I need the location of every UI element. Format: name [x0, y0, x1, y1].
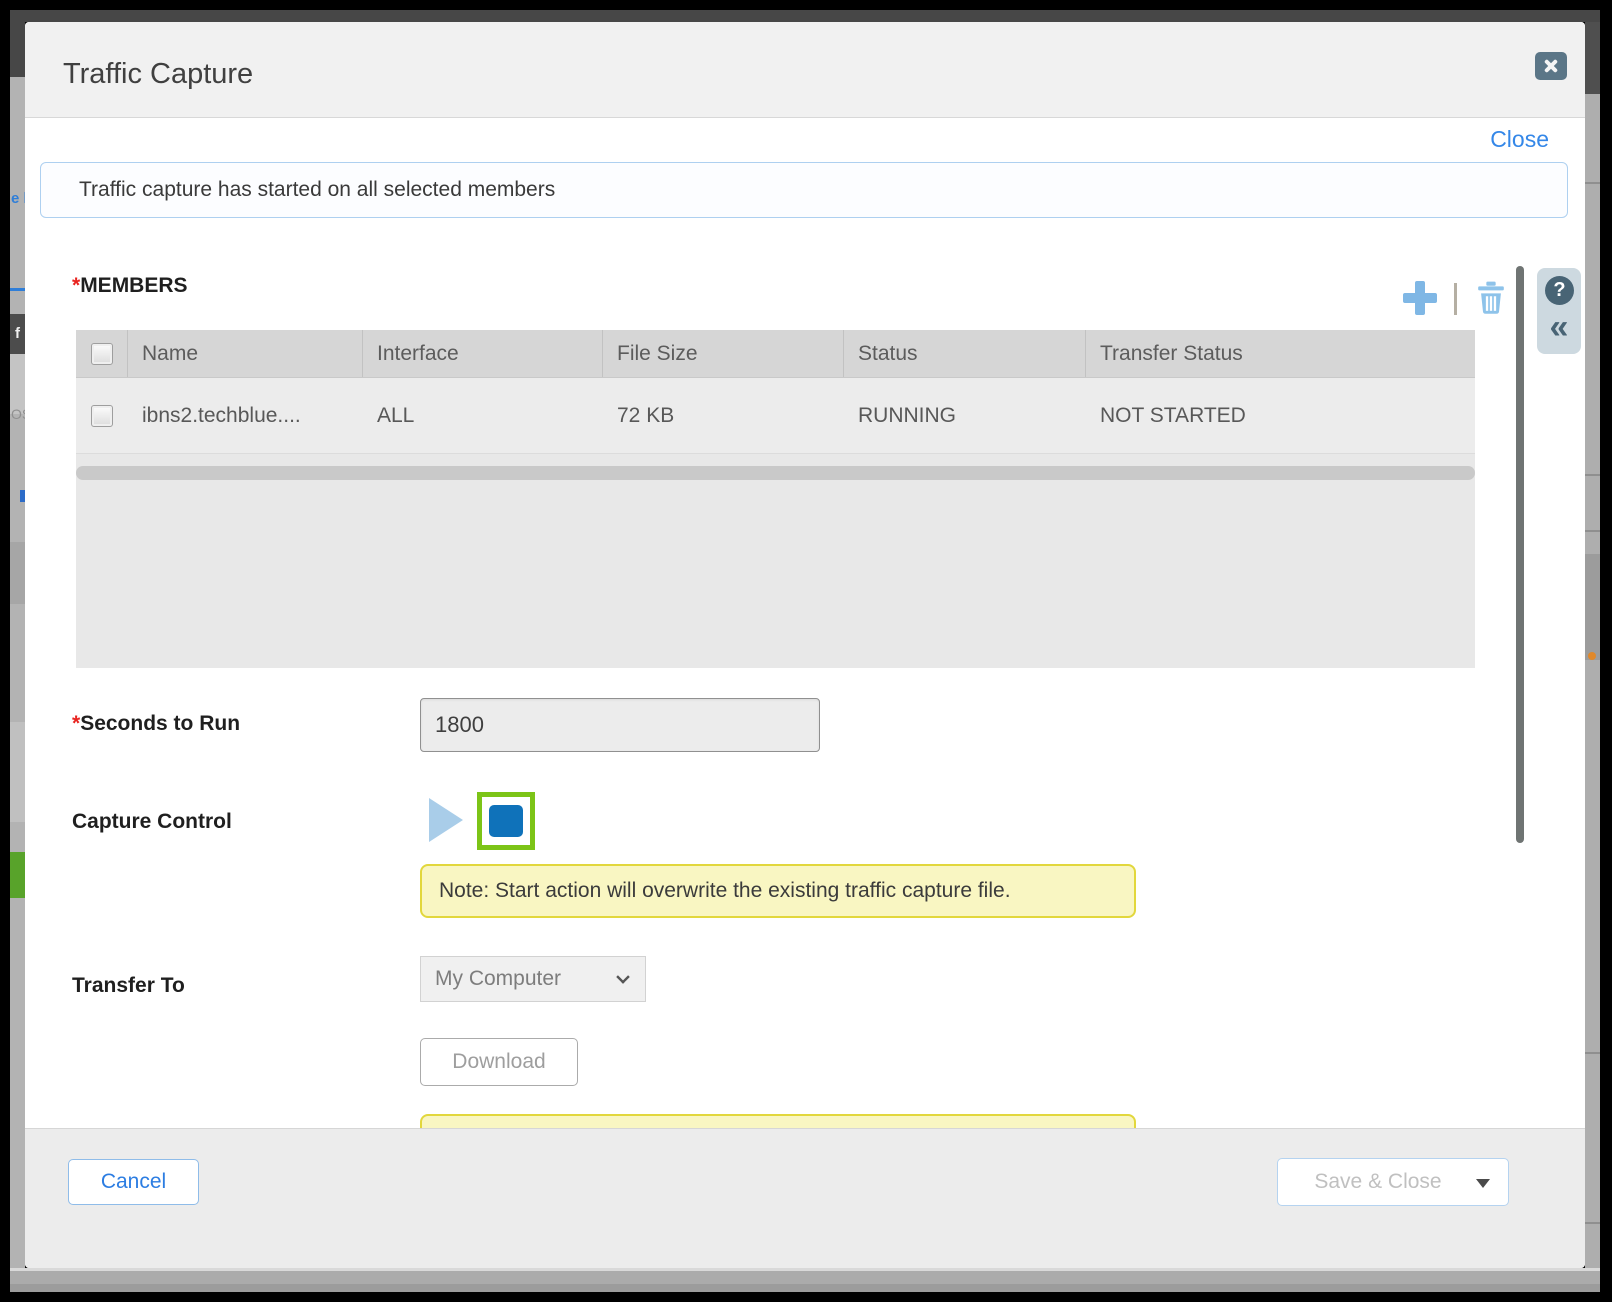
status-message-text: Traffic capture has started on all selec… — [79, 178, 555, 202]
caret-down-icon[interactable] — [1476, 1179, 1490, 1188]
dialog-footer: Cancel Save & Close — [25, 1128, 1585, 1268]
cell-status: RUNNING — [844, 378, 1086, 453]
cell-name: ibns2.techblue.... — [128, 378, 363, 453]
double-chevron-left-icon[interactable]: « — [1537, 308, 1581, 348]
save-close-button[interactable]: Save & Close — [1277, 1158, 1509, 1206]
chevron-down-icon — [616, 970, 630, 984]
row-checkbox-cell — [76, 378, 128, 453]
table-header-row: Name Interface File Size Status Transfer… — [76, 330, 1475, 378]
backdrop-blue-line — [10, 288, 25, 291]
screen: e l f OS Traffic Capture Close Traffic c… — [0, 0, 1612, 1302]
backdrop-dark-header — [10, 22, 25, 77]
backdrop-scrollbar-line — [1585, 1222, 1600, 1224]
overwrite-note-text: Note: Start action will overwrite the ex… — [439, 879, 1011, 903]
play-icon[interactable] — [429, 798, 463, 842]
column-header-interface: Interface — [363, 330, 603, 377]
dialog-title: Traffic Capture — [63, 58, 253, 91]
required-marker: * — [72, 712, 80, 735]
row-checkbox[interactable] — [91, 405, 113, 427]
column-header-name: Name — [128, 330, 363, 377]
backdrop-right-strip — [1585, 22, 1600, 1292]
overwrite-note: Note: Start action will overwrite the ex… — [420, 864, 1136, 918]
seconds-to-run-label: *Seconds to Run — [72, 712, 240, 736]
members-table: Name Interface File Size Status Transfer… — [76, 330, 1475, 668]
backdrop-band — [10, 542, 25, 604]
stop-icon[interactable] — [489, 805, 523, 837]
table-gap — [76, 454, 1475, 466]
backdrop-band — [10, 722, 25, 822]
transfer-to-label: Transfer To — [72, 974, 185, 998]
header-checkbox-cell — [76, 330, 128, 377]
members-section-label: *MEMBERS — [72, 274, 188, 298]
download-button[interactable]: Download — [420, 1038, 578, 1086]
backdrop-badge: f — [10, 314, 25, 354]
backdrop-green-block — [10, 852, 25, 898]
close-link[interactable]: Close — [1490, 126, 1549, 153]
backdrop-top-strip — [10, 10, 1600, 22]
note-partial — [420, 1114, 1136, 1128]
add-member-button[interactable] — [1403, 281, 1437, 315]
save-close-label: Save & Close — [1314, 1170, 1441, 1194]
required-marker: * — [72, 274, 80, 297]
transfer-to-select[interactable]: My Computer — [420, 956, 646, 1002]
cancel-button[interactable]: Cancel — [68, 1159, 199, 1205]
cell-interface: ALL — [363, 378, 603, 453]
question-mark-icon[interactable]: ? — [1545, 276, 1574, 305]
capture-control-label: Capture Control — [72, 810, 232, 834]
side-help-panel: ? « — [1537, 268, 1581, 354]
members-label-text: MEMBERS — [80, 274, 187, 297]
traffic-capture-dialog: Traffic Capture Close Traffic capture ha… — [25, 22, 1585, 1268]
backdrop-scrollbar-line — [1585, 474, 1600, 476]
toolbar-divider — [1454, 283, 1457, 315]
backdrop-scrollbar-line — [1585, 530, 1600, 532]
transfer-to-value: My Computer — [435, 967, 561, 991]
close-icon[interactable] — [1535, 52, 1567, 80]
status-message-banner: Traffic capture has started on all selec… — [40, 162, 1568, 218]
cell-filesize: 72 KB — [603, 378, 844, 453]
backdrop-left-strip: e l f OS — [10, 22, 25, 1292]
select-all-checkbox[interactable] — [91, 343, 113, 365]
stop-button-highlight[interactable] — [477, 792, 535, 850]
seconds-label-text: Seconds to Run — [80, 712, 240, 735]
backdrop-scrollbar-line — [1585, 1052, 1600, 1054]
seconds-to-run-input[interactable] — [420, 698, 820, 752]
backdrop-text-fragment: OS — [11, 406, 25, 422]
backdrop-text-fragment: e l — [11, 190, 25, 207]
trash-icon[interactable] — [1477, 281, 1505, 315]
backdrop-orange-dot — [1588, 652, 1596, 660]
cell-transfer-status: NOT STARTED — [1086, 378, 1475, 453]
column-header-status: Status — [844, 330, 1086, 377]
dialog-header: Traffic Capture — [25, 22, 1585, 118]
backdrop-scrollbar-line — [1585, 182, 1600, 184]
vertical-scrollbar[interactable] — [1516, 266, 1524, 843]
backdrop-dark-header — [1585, 22, 1600, 94]
table-row[interactable]: ibns2.techblue.... ALL 72 KB RUNNING NOT… — [76, 378, 1475, 454]
backdrop-scrollbar-segment — [1585, 554, 1600, 660]
column-header-filesize: File Size — [603, 330, 844, 377]
backdrop-band — [10, 354, 25, 414]
backdrop-bottom-strip — [10, 1268, 1600, 1292]
horizontal-scrollbar[interactable] — [76, 466, 1475, 480]
column-header-transfer-status: Transfer Status — [1086, 330, 1475, 377]
